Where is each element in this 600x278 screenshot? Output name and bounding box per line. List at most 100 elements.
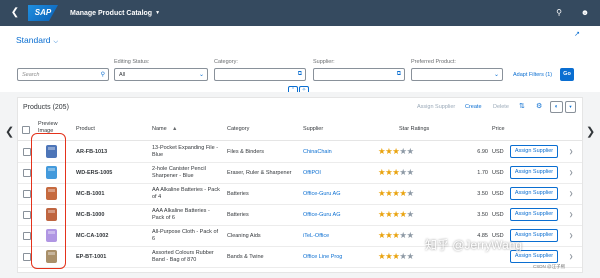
assign-supplier-toolbar-button[interactable]: Assign Supplier bbox=[417, 104, 455, 110]
table-row[interactable]: MC-B-1000 AAA Alkaline Batteries - Pack of… bbox=[18, 204, 582, 226]
column-category[interactable]: Category bbox=[227, 126, 249, 132]
search-icon[interactable]: ⚲ bbox=[552, 6, 566, 20]
row-checkbox[interactable] bbox=[23, 190, 31, 198]
star-icon: ★ bbox=[406, 209, 415, 219]
column-price[interactable]: Price bbox=[492, 126, 505, 132]
column-supplier[interactable]: Supplier bbox=[303, 126, 323, 132]
row-checkbox[interactable] bbox=[23, 253, 31, 261]
row-checkbox[interactable] bbox=[23, 169, 31, 177]
table-row[interactable]: MC-B-1001 AA Alkaline Batteries - Pack of … bbox=[18, 183, 582, 205]
assign-supplier-button[interactable]: Assign Supplier bbox=[510, 145, 558, 158]
row-navigation-icon[interactable]: ❯ bbox=[569, 233, 573, 239]
chevron-down-icon: ⌵ bbox=[53, 39, 59, 45]
table-row[interactable]: WD-ERS-1005 2-hole Canister Pencil Sharpen… bbox=[18, 162, 582, 184]
value-help-icon[interactable]: ⧉ bbox=[298, 71, 302, 78]
supplier-link[interactable]: ChinaChain bbox=[303, 149, 332, 156]
product-name-line1: Assorted Colours Rubber bbox=[152, 250, 214, 256]
sort-ascending-icon: ▲ bbox=[172, 126, 178, 132]
watermark-sub: CSDN @汪子熙 bbox=[533, 264, 566, 269]
row-checkbox[interactable] bbox=[23, 211, 31, 219]
row-navigation-icon[interactable]: ❯ bbox=[569, 191, 573, 197]
star-icon: ★ bbox=[399, 167, 407, 177]
supplier-link[interactable]: Office-Guru AG bbox=[303, 191, 341, 198]
category-label: Category: bbox=[214, 59, 238, 65]
sap-logo: SAP bbox=[28, 5, 58, 21]
product-name-line1: 13-Pocket Expanding File - bbox=[152, 145, 219, 151]
row-navigation-icon[interactable]: ❯ bbox=[569, 149, 573, 155]
supplier-link[interactable]: Office-Guru AG bbox=[303, 212, 341, 219]
go-button[interactable]: Go bbox=[560, 68, 574, 81]
supplier-link[interactable]: OffiPOI bbox=[303, 170, 321, 177]
value-help-icon[interactable]: ⧉ bbox=[397, 71, 401, 78]
supplier-link[interactable]: iTeL-Office bbox=[303, 233, 329, 240]
select-all-checkbox[interactable] bbox=[22, 126, 30, 134]
share-icon[interactable]: ↗ bbox=[574, 30, 580, 38]
product-price: 6.90 bbox=[477, 149, 488, 155]
star-icon: ★ bbox=[406, 230, 415, 240]
table-title: Products (205) bbox=[23, 104, 69, 111]
star-icon: ★ bbox=[406, 146, 415, 156]
row-checkbox[interactable] bbox=[23, 148, 31, 156]
search-input[interactable]: Search ⚲ bbox=[17, 68, 109, 81]
chevron-down-icon[interactable]: ▼ bbox=[565, 101, 576, 113]
price-currency: USD bbox=[492, 170, 504, 176]
star-icon: ★ bbox=[406, 188, 415, 198]
scroll-left-icon[interactable]: ❮ bbox=[5, 125, 14, 138]
delete-button[interactable]: Delete bbox=[493, 104, 509, 110]
rating-indicator: ★★★★★ bbox=[378, 147, 414, 156]
product-category: Files & Binders bbox=[227, 149, 264, 155]
star-icon: ★ bbox=[399, 230, 407, 240]
rating-indicator: ★★★★★ bbox=[378, 252, 414, 261]
product-category: Bands & Twine bbox=[227, 254, 264, 260]
product-price: 3.50 bbox=[477, 191, 488, 197]
app-title[interactable]: Manage Product Catalog bbox=[70, 10, 152, 17]
search-icon[interactable]: ⚲ bbox=[101, 71, 105, 78]
chevron-down-icon[interactable]: ⌄ bbox=[494, 71, 499, 78]
product-name-line1: All-Purpose Cloth - Pack of bbox=[152, 229, 219, 235]
back-icon[interactable]: ❮ bbox=[8, 6, 22, 20]
row-navigation-icon[interactable]: ❯ bbox=[569, 254, 573, 260]
create-button[interactable]: Create bbox=[465, 104, 482, 110]
variant-selector[interactable]: Standard ⌵ bbox=[16, 35, 58, 46]
adapt-filters-link[interactable]: Adapt Filters (1) bbox=[513, 72, 552, 78]
editing-status-select[interactable]: All ⌄ bbox=[114, 68, 208, 81]
chevron-down-icon[interactable]: ▼ bbox=[155, 10, 160, 16]
product-price: 3.50 bbox=[477, 212, 488, 218]
filter-header: Standard ⌵ ↗ Editing Status: Category: Su… bbox=[0, 26, 600, 95]
row-navigation-icon[interactable]: ❯ bbox=[569, 212, 573, 218]
preferred-product-select[interactable]: ⌄ bbox=[411, 68, 503, 81]
price-currency: USD bbox=[492, 212, 504, 218]
product-name-line2: Sharpener - Blue bbox=[152, 173, 194, 179]
assign-supplier-button[interactable]: Assign Supplier bbox=[510, 187, 558, 200]
user-icon[interactable]: ☻ bbox=[578, 6, 592, 20]
category-input[interactable]: ⧉ bbox=[214, 68, 306, 81]
supplier-link[interactable]: Office Line Prog bbox=[303, 254, 342, 261]
supplier-input[interactable]: ⧉ bbox=[313, 68, 405, 81]
product-name-line1: AA Alkaline Batteries - Pack bbox=[152, 187, 220, 193]
preview-column-highlight bbox=[31, 133, 66, 269]
product-category: Eraser, Ruler & Sharpener bbox=[227, 170, 292, 176]
table-row[interactable]: AR-FB-1013 13-Pocket Expanding File - Blue… bbox=[18, 141, 582, 163]
search-placeholder: Search bbox=[22, 72, 40, 78]
price-currency: USD bbox=[492, 149, 504, 155]
product-category: Batteries bbox=[227, 191, 249, 197]
column-name[interactable]: Name bbox=[152, 126, 167, 132]
settings-icon[interactable]: ⚙ bbox=[536, 102, 542, 110]
star-icon: ★ bbox=[399, 188, 407, 198]
column-preview-line1[interactable]: Preview bbox=[38, 121, 58, 127]
supplier-label: Supplier: bbox=[313, 59, 335, 65]
editing-status-value: All bbox=[119, 72, 126, 78]
column-star-ratings[interactable]: Star Ratings bbox=[399, 126, 429, 132]
product-id: MC-CA-1002 bbox=[76, 233, 109, 239]
chevron-down-icon[interactable]: ⌄ bbox=[199, 71, 204, 78]
column-product[interactable]: Product bbox=[76, 126, 95, 132]
row-navigation-icon[interactable]: ❯ bbox=[569, 170, 573, 176]
assign-supplier-button[interactable]: Assign Supplier bbox=[510, 166, 558, 179]
sort-icon[interactable]: ⇅ bbox=[519, 102, 525, 110]
assign-supplier-button[interactable]: Assign Supplier bbox=[510, 208, 558, 221]
product-name-line2: of 4 bbox=[152, 194, 162, 200]
table-toolbar: Products (205) Assign Supplier Create De… bbox=[18, 98, 582, 117]
scroll-right-icon[interactable]: ❯ bbox=[586, 125, 595, 138]
row-checkbox[interactable] bbox=[23, 232, 31, 240]
view-icon[interactable]: ◐ bbox=[550, 101, 563, 113]
